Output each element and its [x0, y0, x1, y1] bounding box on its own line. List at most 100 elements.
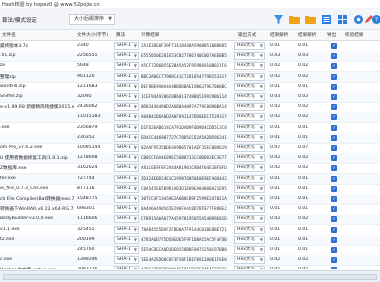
hash-value[interactable]: ED4CC4469B7727C78D5CCD2A5A2B596241970E7	[141, 135, 227, 140]
col-size[interactable]: 文件大小(字节)	[77, 32, 108, 38]
algorithm-select[interactable]: SHA-1▼	[114, 113, 139, 122]
folder-open-icon[interactable]	[288, 13, 301, 26]
export-checkbox[interactable]: ✓	[331, 175, 337, 182]
algorithm-select[interactable]: SHA-1▼	[114, 123, 139, 132]
export-checkbox[interactable]: ✓	[331, 216, 337, 223]
algorithm-select[interactable]: SHA-1▼	[114, 62, 139, 71]
hash-value[interactable]: 02AAF9535BDE4A9B65701AEF35EC0B9619B01FF0…	[141, 145, 227, 150]
output-format-select[interactable]: Hex大写▼	[234, 42, 265, 50]
hash-value[interactable]: 8A4A6A490565E298FA4C0D7BF077F89BE24AC086	[141, 206, 227, 211]
hash-value[interactable]: A81C6E9F8F2A44A81901C8B4F04E1BF8FD051C5	[141, 165, 227, 170]
hash-value[interactable]: 78A84555DAF2FBD0A7F91A4C01BE8BE7219AB811	[141, 227, 227, 232]
output-format-select[interactable]: Hex大写▼	[234, 174, 265, 183]
hash-value[interactable]: 30TCC4F13A5AE2A6B8C89F2599E247021A1F9009…	[141, 196, 227, 201]
output-format-select[interactable]: Hex大写▼	[234, 103, 265, 112]
algorithm-select[interactable]: SHA-1▼	[114, 133, 139, 142]
hash-value[interactable]: 1EE4A2ED60C6F3F58F1B1F091200E1F6E84C5252…	[141, 257, 227, 262]
help-icon[interactable]: ?	[370, 13, 380, 26]
algorithm-select[interactable]: SHA-1▼	[114, 154, 139, 163]
output-format-select[interactable]: Hex大写▼	[234, 144, 265, 152]
export-checkbox[interactable]: ✓	[331, 165, 337, 172]
export-checkbox[interactable]: ✓	[331, 134, 337, 141]
algorithm-select[interactable]: SHA-1▼	[114, 144, 139, 152]
col-output[interactable]: 输出方式	[238, 32, 256, 38]
output-format-select[interactable]: Hex大写▼	[234, 235, 265, 244]
export-checkbox[interactable]: ✓	[331, 206, 337, 213]
output-format-select[interactable]: Hex大写▼	[234, 266, 265, 269]
hash-value[interactable]: 2D324EDD24E1C299876850E0E9EFA6D4426F4D18…	[141, 176, 227, 181]
algorithm-select[interactable]: SHA-1▼	[114, 52, 139, 61]
col-algo[interactable]: 算法	[116, 32, 125, 38]
export-checkbox[interactable]: ✓	[331, 94, 337, 100]
algorithm-select[interactable]: SHA-1▼	[114, 256, 139, 265]
output-format-select[interactable]: Hex大写▼	[234, 93, 265, 101]
output-format-select[interactable]: Hex大写▼	[234, 72, 265, 81]
hash-value[interactable]: A04B41D6A0D2A0F891147DD0ED175393174D0FD	[141, 114, 227, 119]
output-format-select[interactable]: Hex大写▼	[234, 205, 265, 214]
hash-value[interactable]: CFB915A6A877A45978195855A54B99E81D61F3EF…	[141, 216, 227, 221]
hash-value[interactable]: 4785A6D775D58EDE5F9F1DBA15AC5F4FDBA2BC82…	[141, 237, 227, 242]
hash-value[interactable]: D1FD26AB614CA791DAB9F0D9D4CDD5C3C8A0F300	[141, 125, 227, 130]
hash-value[interactable]: 5E5ACDECA0D3DE0558BBF0075258C97BB0B6A5F4…	[141, 247, 227, 252]
add-folder-icon[interactable]	[304, 13, 317, 26]
hash-value[interactable]: DEF8BE9A0A4A4BB8DBAE19B6379E7080BC08E07A…	[141, 84, 227, 89]
hash-value[interactable]: BBC3ADEC77908C41C7201854779B153317B0EEC8	[141, 74, 227, 79]
algorithm-select[interactable]: SHA-1▼	[114, 246, 139, 254]
algorithm-select[interactable]: SHA-1▼	[114, 174, 139, 183]
output-format-select[interactable]: Hex大写▼	[234, 256, 265, 265]
export-checkbox[interactable]: ✓	[331, 114, 337, 121]
filter-icon[interactable]	[272, 13, 285, 26]
col-check[interactable]: 校验结果	[345, 32, 363, 38]
export-checkbox[interactable]: ✓	[331, 185, 337, 192]
export-checkbox[interactable]: ✓	[331, 73, 337, 80]
output-format-select[interactable]: Hex大写▼	[234, 82, 265, 91]
export-checkbox[interactable]: ✓	[331, 247, 337, 253]
export-checkbox[interactable]: ✓	[331, 257, 337, 264]
output-format-select[interactable]: Hex大写▼	[234, 195, 265, 203]
mode-select[interactable]: 大小后缀排序 ▼	[69, 14, 115, 25]
hash-value[interactable]: C0A545E65B9D1AB3D1E09EA04800A21E95E6480F…	[141, 186, 227, 191]
export-checkbox[interactable]: ✓	[331, 63, 337, 70]
output-format-select[interactable]: Hex大写▼	[234, 246, 265, 254]
output-format-select[interactable]: Hex大写▼	[234, 52, 265, 61]
algorithm-select[interactable]: SHA-1▼	[114, 235, 139, 244]
export-checkbox[interactable]: ✓	[331, 236, 337, 243]
hash-value[interactable]: CB0CCF6A4E89EC56B8733CC0DD03EC3E77EA720	[141, 155, 227, 160]
col-progress[interactable]: 结果解析	[298, 32, 316, 38]
export-checkbox[interactable]: ✓	[331, 124, 337, 131]
output-format-select[interactable]: Hex大写▼	[234, 164, 265, 173]
algorithm-select[interactable]: SHA-1▼	[114, 215, 139, 224]
output-format-select[interactable]: Hex大写▼	[234, 113, 265, 122]
export-checkbox[interactable]: ✓	[331, 104, 337, 111]
output-format-select[interactable]: Hex大写▼	[234, 215, 265, 224]
export-checkbox[interactable]: ✓	[331, 53, 337, 60]
algorithm-select[interactable]: SHA-1▼	[114, 184, 139, 193]
algorithm-select[interactable]: SHA-1▼	[114, 266, 139, 269]
export-checkbox[interactable]: ✓	[331, 267, 337, 269]
algorithm-select[interactable]: SHA-1▼	[114, 205, 139, 214]
output-format-select[interactable]: Hex大写▼	[234, 154, 265, 163]
col-result[interactable]: 结果解析	[270, 32, 288, 38]
output-format-select[interactable]: Hex大写▼	[234, 225, 265, 234]
hash-value[interactable]: 1CEF9449206C8B6013748B6519929B61140D707	[141, 94, 227, 99]
algorithm-select[interactable]: SHA-1▼	[114, 82, 139, 91]
hash-value[interactable]: E555050E281E53CB27786740C0D7AEEBB59EC2DA…	[141, 53, 227, 58]
algorithm-select[interactable]: SHA-1▼	[114, 195, 139, 203]
export-checkbox[interactable]: ✓	[331, 83, 337, 90]
algorithm-select[interactable]: SHA-1▼	[114, 103, 139, 112]
algorithm-select[interactable]: SHA-1▼	[114, 72, 139, 81]
export-checkbox[interactable]: ✓	[331, 155, 337, 162]
export-checkbox[interactable]: ✓	[331, 196, 337, 202]
grid-icon[interactable]	[336, 13, 349, 26]
hash-value[interactable]: 0D83446490D2A6B0A4097A779C0090BA14151C73	[141, 104, 227, 109]
hash-value[interactable]: A5CF72B6B55E2B45A52F95986910B021F6022752	[141, 63, 227, 68]
export-checkbox[interactable]: ✓	[331, 145, 337, 151]
table-row[interactable]: Hacker 中文版_setup.exe3082226SHA-1▼A3DC17D…	[0, 265, 380, 269]
output-format-select[interactable]: Hex大写▼	[234, 123, 265, 132]
output-format-select[interactable]: Hex大写▼	[234, 184, 265, 193]
col-name[interactable]: 文件名	[2, 32, 16, 38]
algorithm-select[interactable]: SHA-1▼	[114, 225, 139, 234]
algorithm-select[interactable]: SHA-1▼	[114, 42, 139, 50]
col-hash[interactable]: 计算结果	[141, 32, 159, 38]
col-export[interactable]: 导出	[327, 32, 336, 38]
